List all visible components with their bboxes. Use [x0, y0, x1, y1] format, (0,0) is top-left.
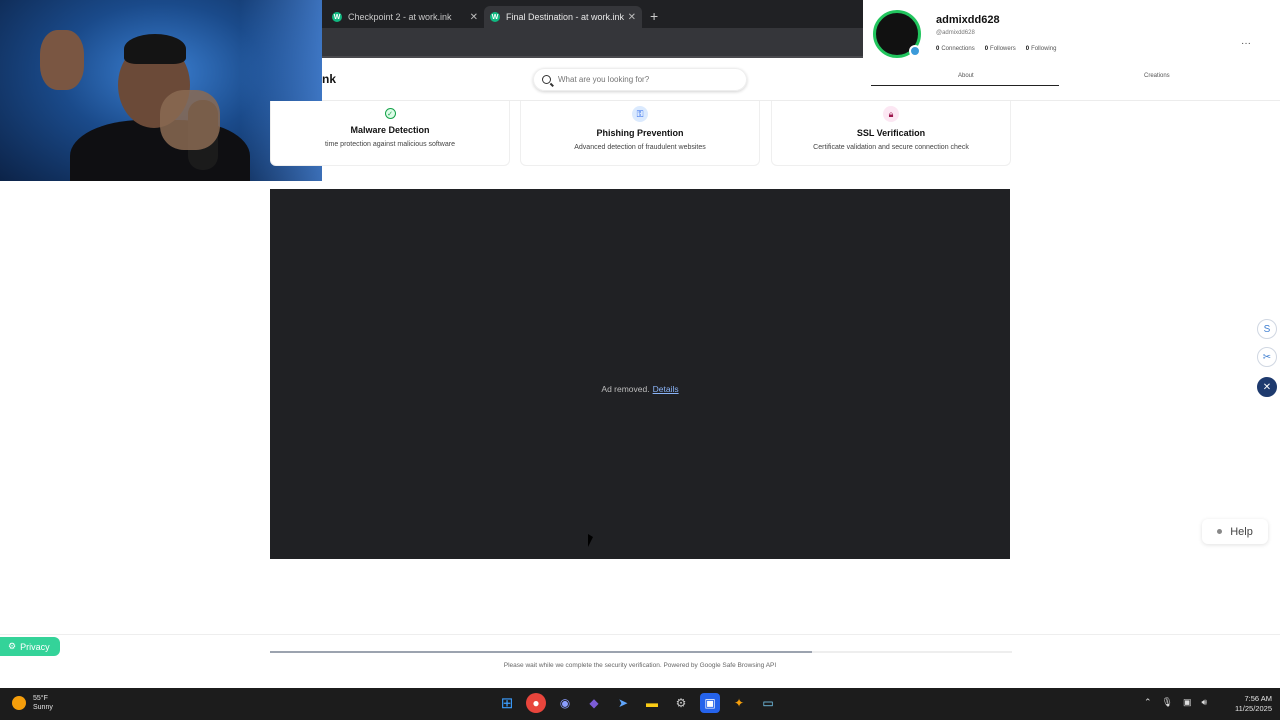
- app-diamond-icon[interactable]: ◆: [584, 693, 604, 713]
- profile-stats: 0 Connections 0 Followers 0 Following: [936, 46, 1056, 52]
- worklink-favicon-icon: W: [490, 12, 500, 22]
- tab-checkpoint-2[interactable]: W Checkpoint 2 - at work.ink ✕: [326, 6, 484, 28]
- followers-stat[interactable]: 0 Followers: [985, 46, 1016, 52]
- feature-desc: Certificate validation and secure connec…: [813, 144, 969, 151]
- side-close-extension-icon[interactable]: ✕: [1257, 377, 1277, 397]
- weather-condition: Sunny: [33, 704, 53, 711]
- microphone-icon[interactable]: 🎙︎: [1162, 697, 1173, 708]
- worklink-favicon-icon: W: [332, 12, 342, 22]
- gear-icon: ⚙: [8, 641, 17, 651]
- verified-badge-icon: [909, 45, 921, 57]
- discord-icon[interactable]: ◉: [555, 693, 575, 713]
- site-header: nk: [322, 58, 863, 101]
- system-tray: ⌃ 🎙︎ ▣ 🔊︎: [1144, 697, 1207, 708]
- person-hand-left: [40, 30, 84, 90]
- lock-icon: 🔒︎: [883, 106, 899, 122]
- privacy-label: Privacy: [20, 641, 50, 652]
- clock[interactable]: 7:56 AM 11/25/2025: [1222, 694, 1272, 714]
- temperature: 55°F: [33, 695, 48, 702]
- tab-title: Checkpoint 2 - at work.ink: [348, 12, 452, 22]
- person-hand-right: [160, 90, 220, 150]
- side-tool-icon[interactable]: ✂: [1257, 347, 1277, 367]
- windows-taskbar: 55°F Sunny ⊞ ● ◉ ◆ ➤ ▬ ⚙ ▣ ✦ ▭ ⌃ 🎙︎ ▣ 🔊︎…: [0, 688, 1280, 720]
- key-icon: ⚿: [632, 106, 648, 122]
- app-wand-icon[interactable]: ✦: [729, 693, 749, 713]
- feature-card-phishing: ⚿ Phishing Prevention Advanced detection…: [520, 101, 760, 166]
- check-circle-icon: ✓: [384, 108, 396, 119]
- feature-title: Malware Detection: [350, 125, 430, 135]
- feature-card-ssl: 🔒︎ SSL Verification Certificate validati…: [771, 101, 1011, 166]
- mouse-cursor-icon: [588, 534, 593, 547]
- sun-icon: [12, 696, 26, 710]
- chevron-up-icon[interactable]: ⌃: [1144, 697, 1152, 708]
- roblox-studio-icon[interactable]: ▣: [700, 693, 720, 713]
- tab-about[interactable]: About: [958, 73, 974, 79]
- feature-card-malware: ✓ Malware Detection time protection agai…: [270, 101, 510, 166]
- verification-progress-bar: [270, 651, 1012, 653]
- help-label: Help: [1230, 525, 1253, 538]
- volume-icon[interactable]: 🔊︎: [1202, 697, 1208, 708]
- close-icon[interactable]: ✕: [628, 12, 636, 23]
- chrome-icon[interactable]: ●: [526, 693, 546, 713]
- verification-message: Please wait while we complete the securi…: [503, 662, 777, 669]
- clock-date: 11/25/2025: [1235, 704, 1272, 713]
- file-explorer-icon[interactable]: ▬: [642, 693, 662, 713]
- search-icon: [542, 75, 551, 84]
- windows-start-icon[interactable]: ⊞: [497, 693, 517, 713]
- footer-divider: [0, 634, 1280, 635]
- taskbar-apps: ⊞ ● ◉ ◆ ➤ ▬ ⚙ ▣ ✦ ▭: [497, 693, 778, 713]
- feature-desc: Advanced detection of fraudulent website…: [574, 144, 706, 151]
- active-tab-underline: [871, 85, 1059, 86]
- tab-creations[interactable]: Creations: [1144, 73, 1170, 79]
- new-tab-plus-icon[interactable]: +: [650, 8, 658, 24]
- profile-handle: @admixdd628: [936, 30, 975, 36]
- more-options-icon[interactable]: ···: [1241, 38, 1251, 49]
- browser-toolbar: [322, 28, 863, 58]
- clock-time: 7:56 AM: [1244, 694, 1272, 703]
- profile-name: admixdd628: [936, 14, 1000, 26]
- help-button[interactable]: Help: [1202, 519, 1268, 544]
- ad-details-link[interactable]: Details: [653, 384, 679, 394]
- network-icon[interactable]: ▣: [1183, 697, 1192, 708]
- profile-card: admixdd628 @admixdd628 0 Connections 0 Fol…: [863, 0, 1280, 100]
- tab-title: Final Destination - at work.ink: [506, 12, 624, 22]
- side-s-icon[interactable]: S: [1257, 319, 1277, 339]
- ad-removed-message: Ad removed. Details: [270, 384, 1010, 394]
- browser-tab-strip: W Checkpoint 2 - at work.ink ✕ W Final D…: [322, 0, 863, 28]
- ad-container: Ad removed. Details: [270, 189, 1010, 559]
- tab-final-destination[interactable]: W Final Destination - at work.ink ✕: [484, 6, 642, 28]
- following-stat[interactable]: 0 Following: [1026, 46, 1057, 52]
- ad-removed-text: Ad removed.: [601, 384, 650, 394]
- connections-stat[interactable]: 0 Connections: [936, 46, 975, 52]
- site-logo[interactable]: nk: [322, 72, 336, 86]
- search-bar[interactable]: [533, 68, 747, 91]
- search-input[interactable]: [558, 75, 728, 84]
- feature-title: Phishing Prevention: [596, 128, 684, 138]
- weather-widget[interactable]: 55°F Sunny: [12, 694, 53, 712]
- close-icon[interactable]: ✕: [470, 12, 478, 23]
- app-window-icon[interactable]: ▭: [758, 693, 778, 713]
- person-hair: [124, 34, 186, 64]
- help-dot-icon: [1217, 529, 1223, 534]
- steam-icon[interactable]: ➤: [613, 693, 633, 713]
- settings-gear-icon[interactable]: ⚙: [671, 693, 691, 713]
- feature-desc: time protection against malicious softwa…: [325, 141, 455, 148]
- feature-title: SSL Verification: [856, 128, 926, 138]
- verification-progress-fill: [270, 651, 812, 653]
- privacy-button[interactable]: ⚙ Privacy: [0, 637, 60, 656]
